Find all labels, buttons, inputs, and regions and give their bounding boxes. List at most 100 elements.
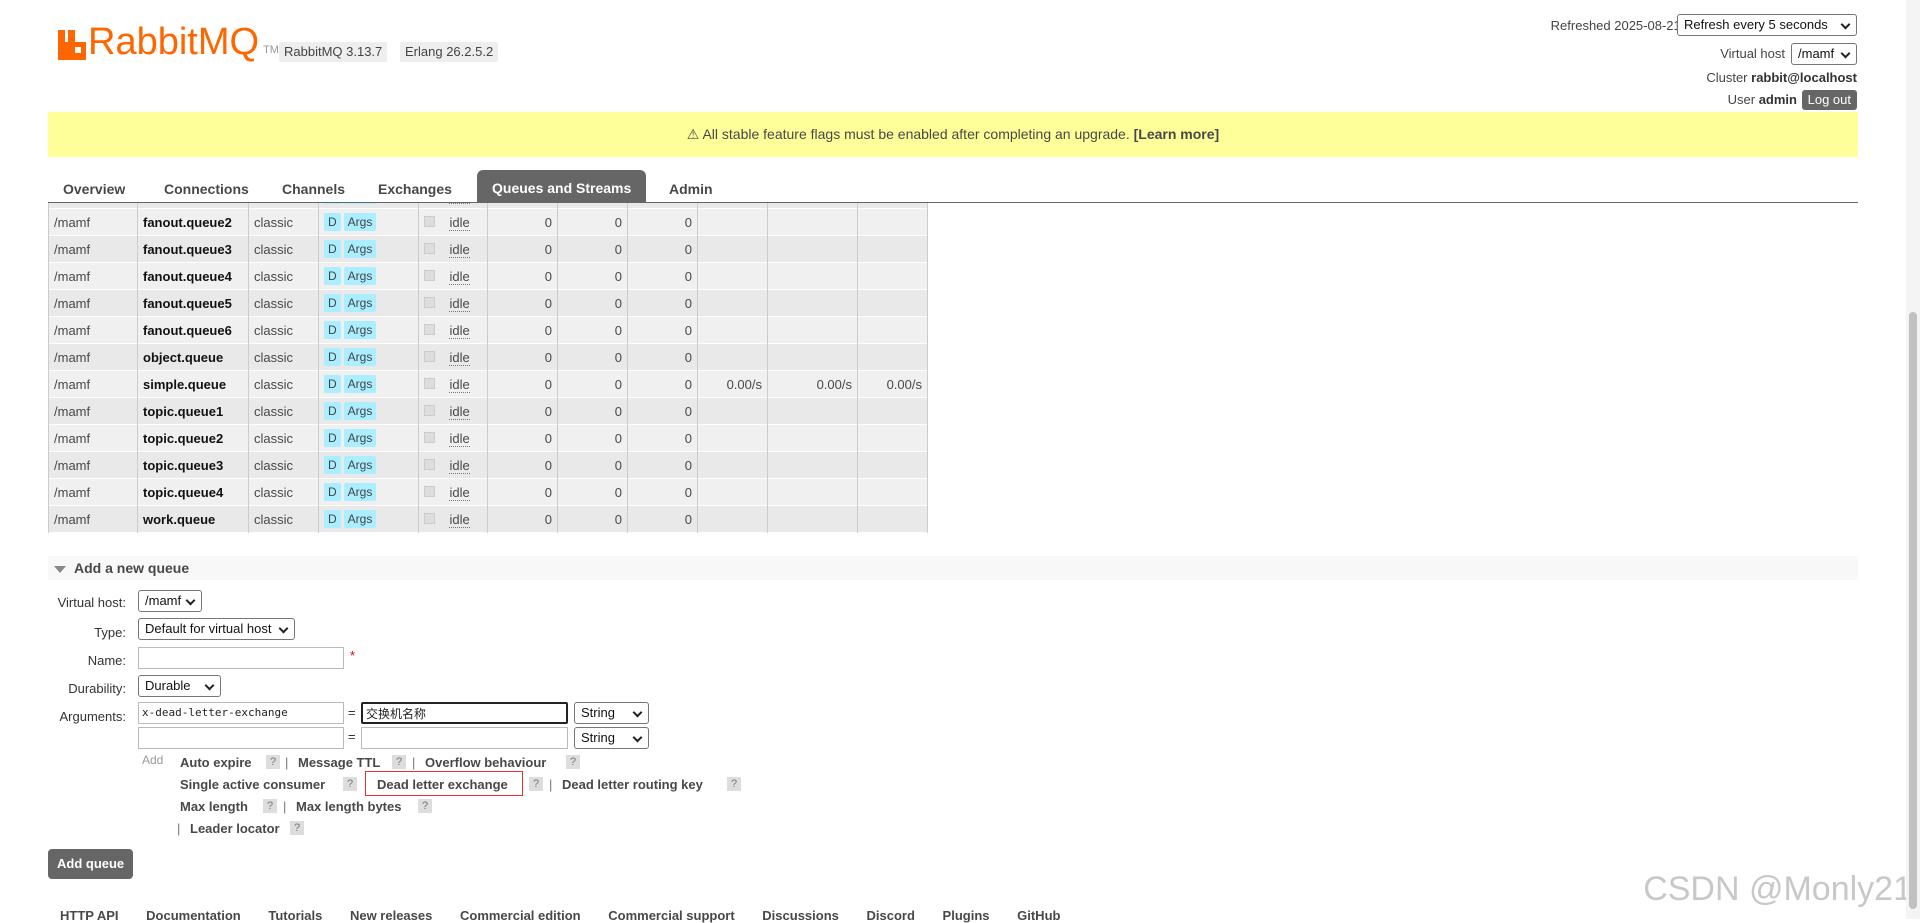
table-row[interactable]: /mamf fanout.queue6 classic D Args idle 0 0 0 xyxy=(48,316,928,344)
footer-commercial-support[interactable]: Commercial support xyxy=(608,908,734,923)
argument-key-input-2[interactable] xyxy=(138,727,344,749)
queue-name-link[interactable]: fanout.queue2 xyxy=(137,208,249,236)
queue-features: DArgs xyxy=(318,316,419,344)
table-row[interactable]: /mamf topic.queue2 classic D Args idle 0 0 0 xyxy=(48,424,928,452)
footer-plugins[interactable]: Plugins xyxy=(943,908,990,923)
argument-value-input-2[interactable] xyxy=(361,727,568,749)
queue-name-link[interactable]: topic.queue1 xyxy=(137,397,249,425)
auto-expire-help-icon[interactable]: ? xyxy=(266,755,280,769)
args-badge[interactable]: Args xyxy=(343,456,377,474)
table-row[interactable]: /mamf fanout.queue3 classic D Args idle 0 0 0 xyxy=(48,235,928,263)
queue-name-link[interactable]: topic.queue3 xyxy=(137,451,249,479)
max-length-bytes-help-icon[interactable]: ? xyxy=(418,799,432,813)
footer-commercial-edition[interactable]: Commercial edition xyxy=(460,908,581,923)
queue-type-select[interactable]: Default for virtual host xyxy=(138,618,295,640)
queue-name-link[interactable]: fanout.queue6 xyxy=(137,316,249,344)
args-badge[interactable]: Args xyxy=(343,429,377,447)
footer-http-api[interactable]: HTTP API xyxy=(60,908,119,923)
argument-key-input-1[interactable]: x-dead-letter-exchange xyxy=(138,702,344,724)
args-badge[interactable]: Args xyxy=(343,375,377,393)
footer-discussions[interactable]: Discussions xyxy=(762,908,839,923)
message-ttl-help-icon[interactable]: ? xyxy=(392,755,406,769)
refresh-interval-select[interactable]: Refresh every 5 seconds xyxy=(1677,14,1857,36)
rabbitmq-logo[interactable]: RabbitMQ TM xyxy=(58,23,279,61)
args-badge[interactable]: Args xyxy=(343,213,377,231)
tab-exchanges[interactable]: Exchanges xyxy=(363,176,467,202)
queue-name-link[interactable]: simple.queue xyxy=(137,370,249,398)
queue-name-link[interactable]: fanout.queue4 xyxy=(137,262,249,290)
add-queue-button[interactable]: Add queue xyxy=(48,849,134,879)
page-scrollbar[interactable] xyxy=(1906,0,1920,919)
overflow-help-icon[interactable]: ? xyxy=(566,755,580,769)
tab-admin[interactable]: Admin xyxy=(654,176,728,202)
max-length-option[interactable]: Max length xyxy=(180,799,248,814)
table-row[interactable]: /mamf topic.queue4 classic D Args idle 0 0 0 xyxy=(48,478,928,506)
queue-name-link[interactable]: fanout.queue5 xyxy=(137,289,249,317)
args-badge[interactable]: Args xyxy=(343,203,377,204)
rate-ack xyxy=(857,208,928,236)
learn-more-link[interactable]: [Learn more] xyxy=(1134,126,1220,142)
queue-name-input[interactable] xyxy=(138,647,344,669)
argument-type-select-2[interactable]: String xyxy=(574,727,649,749)
args-badge[interactable]: Args xyxy=(343,267,377,285)
args-badge[interactable]: Args xyxy=(343,240,377,258)
rate-incoming xyxy=(697,262,768,290)
queue-features: DArgs xyxy=(318,289,419,317)
table-row[interactable]: /mamf topic.queue3 classic D Args idle 0 0 0 xyxy=(48,451,928,479)
logout-button[interactable]: Log out xyxy=(1801,90,1857,110)
queue-name-link[interactable]: topic.queue4 xyxy=(137,478,249,506)
table-row[interactable]: /mamf fanout.queue4 classic D Args idle 0 0 0 xyxy=(48,262,928,290)
dead-letter-exchange-option[interactable]: Dead letter exchange xyxy=(377,777,508,792)
max-length-bytes-option[interactable]: Max length bytes xyxy=(296,799,401,814)
queue-name-link[interactable]: topic.queue2 xyxy=(137,424,249,452)
tab-queues-and-streams[interactable]: Queues and Streams xyxy=(477,170,647,202)
add-queue-section-header[interactable]: Add a new queue xyxy=(48,556,1858,580)
footer-tutorials[interactable]: Tutorials xyxy=(268,908,322,923)
single-active-consumer-option[interactable]: Single active consumer xyxy=(180,777,325,792)
dead-letter-exchange-help-icon[interactable]: ? xyxy=(529,777,543,791)
args-badge[interactable]: Args xyxy=(343,483,377,501)
args-badge[interactable]: Args xyxy=(343,348,377,366)
state-checkbox xyxy=(424,404,435,416)
dead-letter-routing-key-option[interactable]: Dead letter routing key xyxy=(562,777,703,792)
args-badge[interactable]: Args xyxy=(343,510,377,528)
max-length-help-icon[interactable]: ? xyxy=(263,799,277,813)
queue-vhost: /mamf xyxy=(48,289,138,317)
leader-locator-help-icon[interactable]: ? xyxy=(290,821,304,835)
single-active-help-icon[interactable]: ? xyxy=(343,777,357,791)
queue-name-link[interactable]: fanout.queue3 xyxy=(137,235,249,263)
table-row[interactable]: /mamf fanout.queue2 classic D Args idle 0 0 0 xyxy=(48,208,928,236)
durability-select[interactable]: Durable xyxy=(138,675,221,697)
argument-value-input-1[interactable]: 交换机名称 xyxy=(361,702,568,724)
rate-deliver xyxy=(767,343,858,371)
overflow-behaviour-option[interactable]: Overflow behaviour xyxy=(425,755,546,770)
tab-overview[interactable]: Overview xyxy=(48,176,140,202)
table-row[interactable]: /mamf simple.queue classic D Args idle 0 0 0 0.0… xyxy=(48,370,928,398)
leader-locator-option[interactable]: Leader locator xyxy=(190,821,280,836)
args-badge[interactable]: Args xyxy=(343,321,377,339)
tab-connections[interactable]: Connections xyxy=(149,176,264,202)
table-row[interactable]: /mamf topic.queue1 classic D Args idle 0 0 0 xyxy=(48,397,928,425)
form-vhost-select[interactable]: /mamf xyxy=(138,590,202,612)
footer-github[interactable]: GitHub xyxy=(1017,908,1060,923)
queue-type: classic xyxy=(248,235,319,263)
auto-expire-option[interactable]: Auto expire xyxy=(180,755,252,770)
queue-name-link[interactable]: work.queue xyxy=(137,505,249,533)
footer-new-releases[interactable]: New releases xyxy=(350,908,432,923)
args-badge[interactable]: Args xyxy=(343,402,377,420)
footer-documentation[interactable]: Documentation xyxy=(146,908,241,923)
args-badge[interactable]: Args xyxy=(343,294,377,312)
routing-key-help-icon[interactable]: ? xyxy=(727,777,741,791)
queue-vhost: /mamf xyxy=(48,370,138,398)
queue-name-link[interactable]: object.queue xyxy=(137,343,249,371)
header-vhost-select[interactable]: /mamf xyxy=(1791,43,1857,65)
table-row[interactable]: /mamf fanout.queue5 classic D Args idle 0 0 0 xyxy=(48,289,928,317)
message-ttl-option[interactable]: Message TTL xyxy=(298,755,380,770)
table-row[interactable]: /mamf work.queue classic D Args idle 0 0 0 xyxy=(48,505,928,533)
argument-type-select-1[interactable]: String xyxy=(574,702,649,724)
erlang-version: Erlang 26.2.5.2 xyxy=(400,42,499,62)
tab-channels[interactable]: Channels xyxy=(267,176,360,202)
table-row[interactable]: /mamf object.queue classic D Args idle 0 0 0 xyxy=(48,343,928,371)
footer-discord[interactable]: Discord xyxy=(867,908,915,923)
scrollbar-thumb[interactable] xyxy=(1909,312,1917,909)
